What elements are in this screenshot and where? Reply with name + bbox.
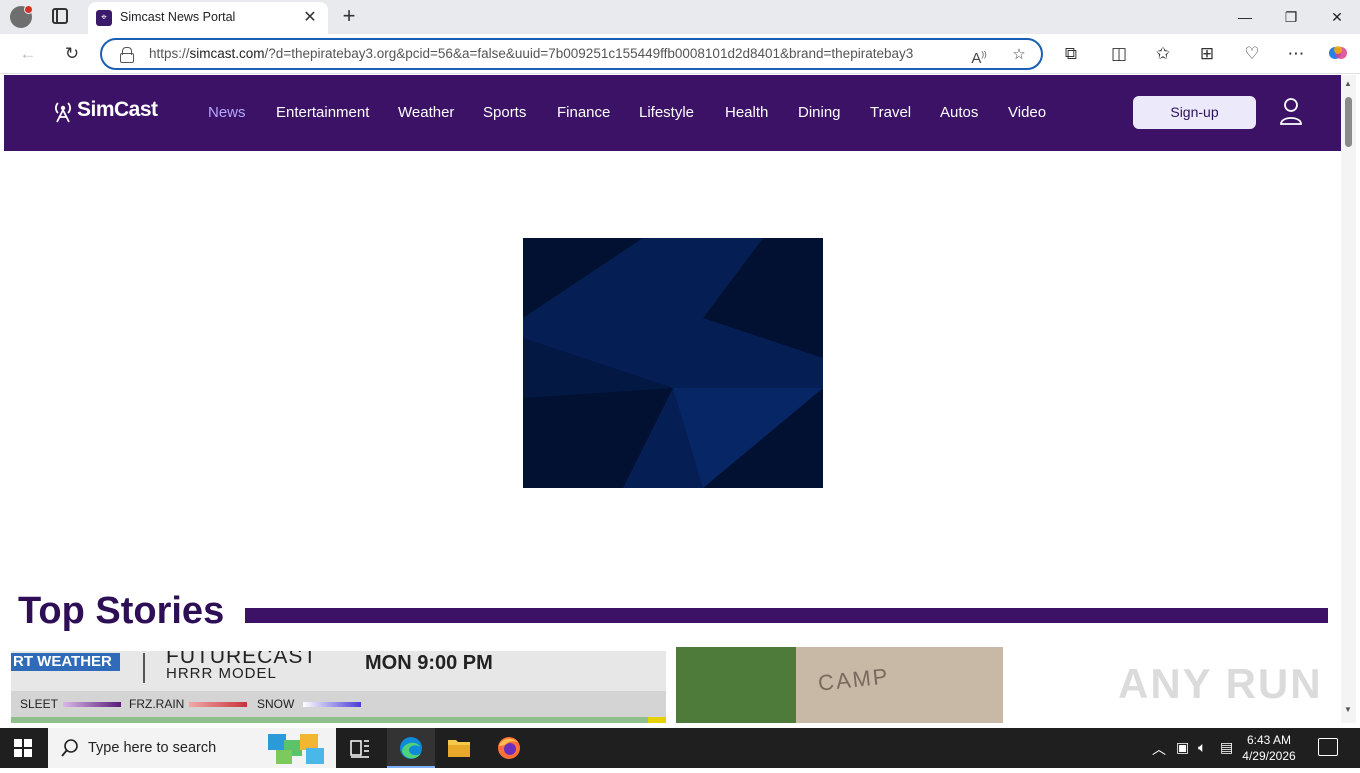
collections-icon[interactable]: ⊞ bbox=[1195, 42, 1219, 66]
story1-subtitle: HRRR MODEL bbox=[166, 665, 277, 682]
url-prefix: https:// bbox=[149, 46, 190, 61]
signup-button[interactable]: Sign-up bbox=[1133, 96, 1256, 129]
tab-title: Simcast News Portal bbox=[120, 10, 236, 24]
anyrun-watermark: ANY RUN bbox=[1118, 660, 1323, 707]
story-card-weather[interactable]: RT WEATHER FUTURECAST HRRR MODEL MON 9:0… bbox=[11, 651, 666, 723]
taskbar-search-box[interactable]: Type here to search bbox=[48, 728, 336, 768]
more-options-icon[interactable]: ⋯ bbox=[1284, 42, 1308, 66]
nav-item-weather[interactable]: Weather bbox=[398, 104, 454, 121]
story1-divider bbox=[143, 653, 145, 683]
story1-time: MON 9:00 PM bbox=[365, 652, 493, 674]
site-header: SimCast News Entertainment Weather Sport… bbox=[4, 75, 1341, 151]
logo-text: SimCast bbox=[77, 98, 158, 121]
story1-map-image bbox=[11, 717, 666, 723]
refresh-icon[interactable]: ↻ bbox=[60, 42, 84, 66]
url-path: /?d=thepiratebay3.org&pcid=56&a=false&uu… bbox=[264, 46, 914, 61]
nav-item-finance[interactable]: Finance bbox=[557, 104, 610, 121]
section-title-top-stories: Top Stories bbox=[18, 590, 225, 632]
legend-frz-rain-swatch bbox=[189, 702, 247, 707]
tab-close-icon[interactable]: ✕ bbox=[300, 8, 320, 28]
nav-item-video[interactable]: Video bbox=[1008, 104, 1046, 121]
taskbar-clock[interactable]: 6:43 AM 4/29/2026 bbox=[1236, 732, 1302, 764]
window-close-icon[interactable]: ✕ bbox=[1314, 0, 1360, 34]
tray-network-icon[interactable]: ▤ bbox=[1220, 739, 1233, 756]
site-info-lock-icon[interactable] bbox=[120, 47, 134, 63]
nav-item-entertainment[interactable]: Entertainment bbox=[276, 104, 369, 121]
edge-browser-icon[interactable] bbox=[387, 728, 435, 768]
nav-item-dining[interactable]: Dining bbox=[798, 104, 841, 121]
favorite-star-icon[interactable]: ☆ bbox=[1008, 44, 1030, 66]
window-restore-icon[interactable]: ❐ bbox=[1268, 0, 1314, 34]
legend-snow: SNOW bbox=[257, 697, 295, 711]
scroll-thumb[interactable] bbox=[1345, 97, 1352, 147]
new-tab-icon[interactable]: + bbox=[338, 5, 360, 27]
extensions-icon[interactable]: ⧉ bbox=[1059, 42, 1083, 66]
split-screen-icon[interactable]: ◫ bbox=[1107, 42, 1131, 66]
back-arrow-icon[interactable]: ← bbox=[16, 42, 40, 66]
tray-volume-icon[interactable]: 🔈︎ bbox=[1198, 739, 1206, 756]
windows-start-icon[interactable] bbox=[14, 739, 32, 757]
browser-tab-active[interactable]: ⌖ Simcast News Portal ✕ bbox=[88, 2, 328, 34]
nav-item-health[interactable]: Health bbox=[725, 104, 768, 121]
url-text[interactable]: https://simcast.com/?d=thepiratebay3.org… bbox=[149, 46, 957, 61]
address-bar[interactable]: https://simcast.com/?d=thepiratebay3.org… bbox=[100, 38, 1043, 70]
nav-item-lifestyle[interactable]: Lifestyle bbox=[639, 104, 694, 121]
clock-date: 4/29/2026 bbox=[1242, 749, 1296, 763]
url-host: simcast.com bbox=[189, 46, 265, 61]
broadcast-tower-icon bbox=[55, 102, 71, 123]
user-account-icon[interactable] bbox=[1279, 97, 1303, 125]
scroll-up-arrow-icon[interactable]: ▲ bbox=[1344, 79, 1352, 88]
ad-banner[interactable] bbox=[523, 238, 823, 488]
browser-toolbar: ← ↻ https://simcast.com/?d=thepiratebay3… bbox=[0, 34, 1360, 74]
windows-taskbar: Type here to search ︿ ▣ 🔈︎ ▤ 6:43 AM 4/2… bbox=[0, 728, 1360, 768]
nav-item-autos[interactable]: Autos bbox=[940, 104, 978, 121]
file-explorer-icon[interactable] bbox=[435, 728, 483, 768]
legend-snow-swatch bbox=[303, 702, 361, 707]
legend-sleet-swatch bbox=[63, 702, 121, 707]
story-card-camp[interactable]: CAMP bbox=[676, 647, 1003, 723]
browser-essentials-icon[interactable]: ♡ bbox=[1240, 42, 1264, 66]
tray-meet-icon[interactable]: ▣ bbox=[1176, 739, 1189, 756]
browser-tab-bar: ⌖ Simcast News Portal ✕ + — ❐ ✕ bbox=[0, 0, 1360, 34]
ad-lightning-graphic bbox=[523, 238, 823, 488]
nav-item-news[interactable]: News bbox=[208, 104, 246, 121]
tab-actions-icon[interactable] bbox=[52, 8, 68, 24]
task-view-icon[interactable] bbox=[336, 728, 384, 768]
nav-item-travel[interactable]: Travel bbox=[870, 104, 911, 121]
section-rule bbox=[245, 608, 1328, 623]
tray-overflow-chevron-icon[interactable]: ︿ bbox=[1152, 739, 1166, 759]
copilot-icon[interactable] bbox=[1326, 42, 1350, 66]
read-aloud-icon[interactable]: A)) bbox=[968, 44, 990, 67]
story2-tree-image bbox=[676, 647, 796, 723]
page-scrollbar[interactable]: ▲ ▼ bbox=[1341, 75, 1356, 723]
search-icon bbox=[61, 739, 78, 757]
story1-badge: RT WEATHER bbox=[11, 653, 120, 671]
scroll-down-arrow-icon[interactable]: ▼ bbox=[1344, 705, 1352, 714]
favorites-icon[interactable]: ✩ bbox=[1151, 42, 1175, 66]
window-minimize-icon[interactable]: — bbox=[1222, 0, 1268, 34]
nav-item-sports[interactable]: Sports bbox=[483, 104, 526, 121]
search-placeholder: Type here to search bbox=[88, 740, 217, 756]
search-highlight-puzzle-icon bbox=[268, 734, 324, 764]
profile-icon[interactable] bbox=[10, 5, 33, 28]
legend-sleet: SLEET bbox=[20, 697, 59, 711]
notification-center-icon[interactable] bbox=[1318, 738, 1338, 756]
firefox-icon[interactable] bbox=[485, 728, 533, 768]
legend-frz-rain: FRZ.RAIN bbox=[129, 697, 185, 711]
clock-time: 6:43 AM bbox=[1246, 733, 1292, 747]
site-favicon-icon: ⌖ bbox=[96, 10, 112, 26]
